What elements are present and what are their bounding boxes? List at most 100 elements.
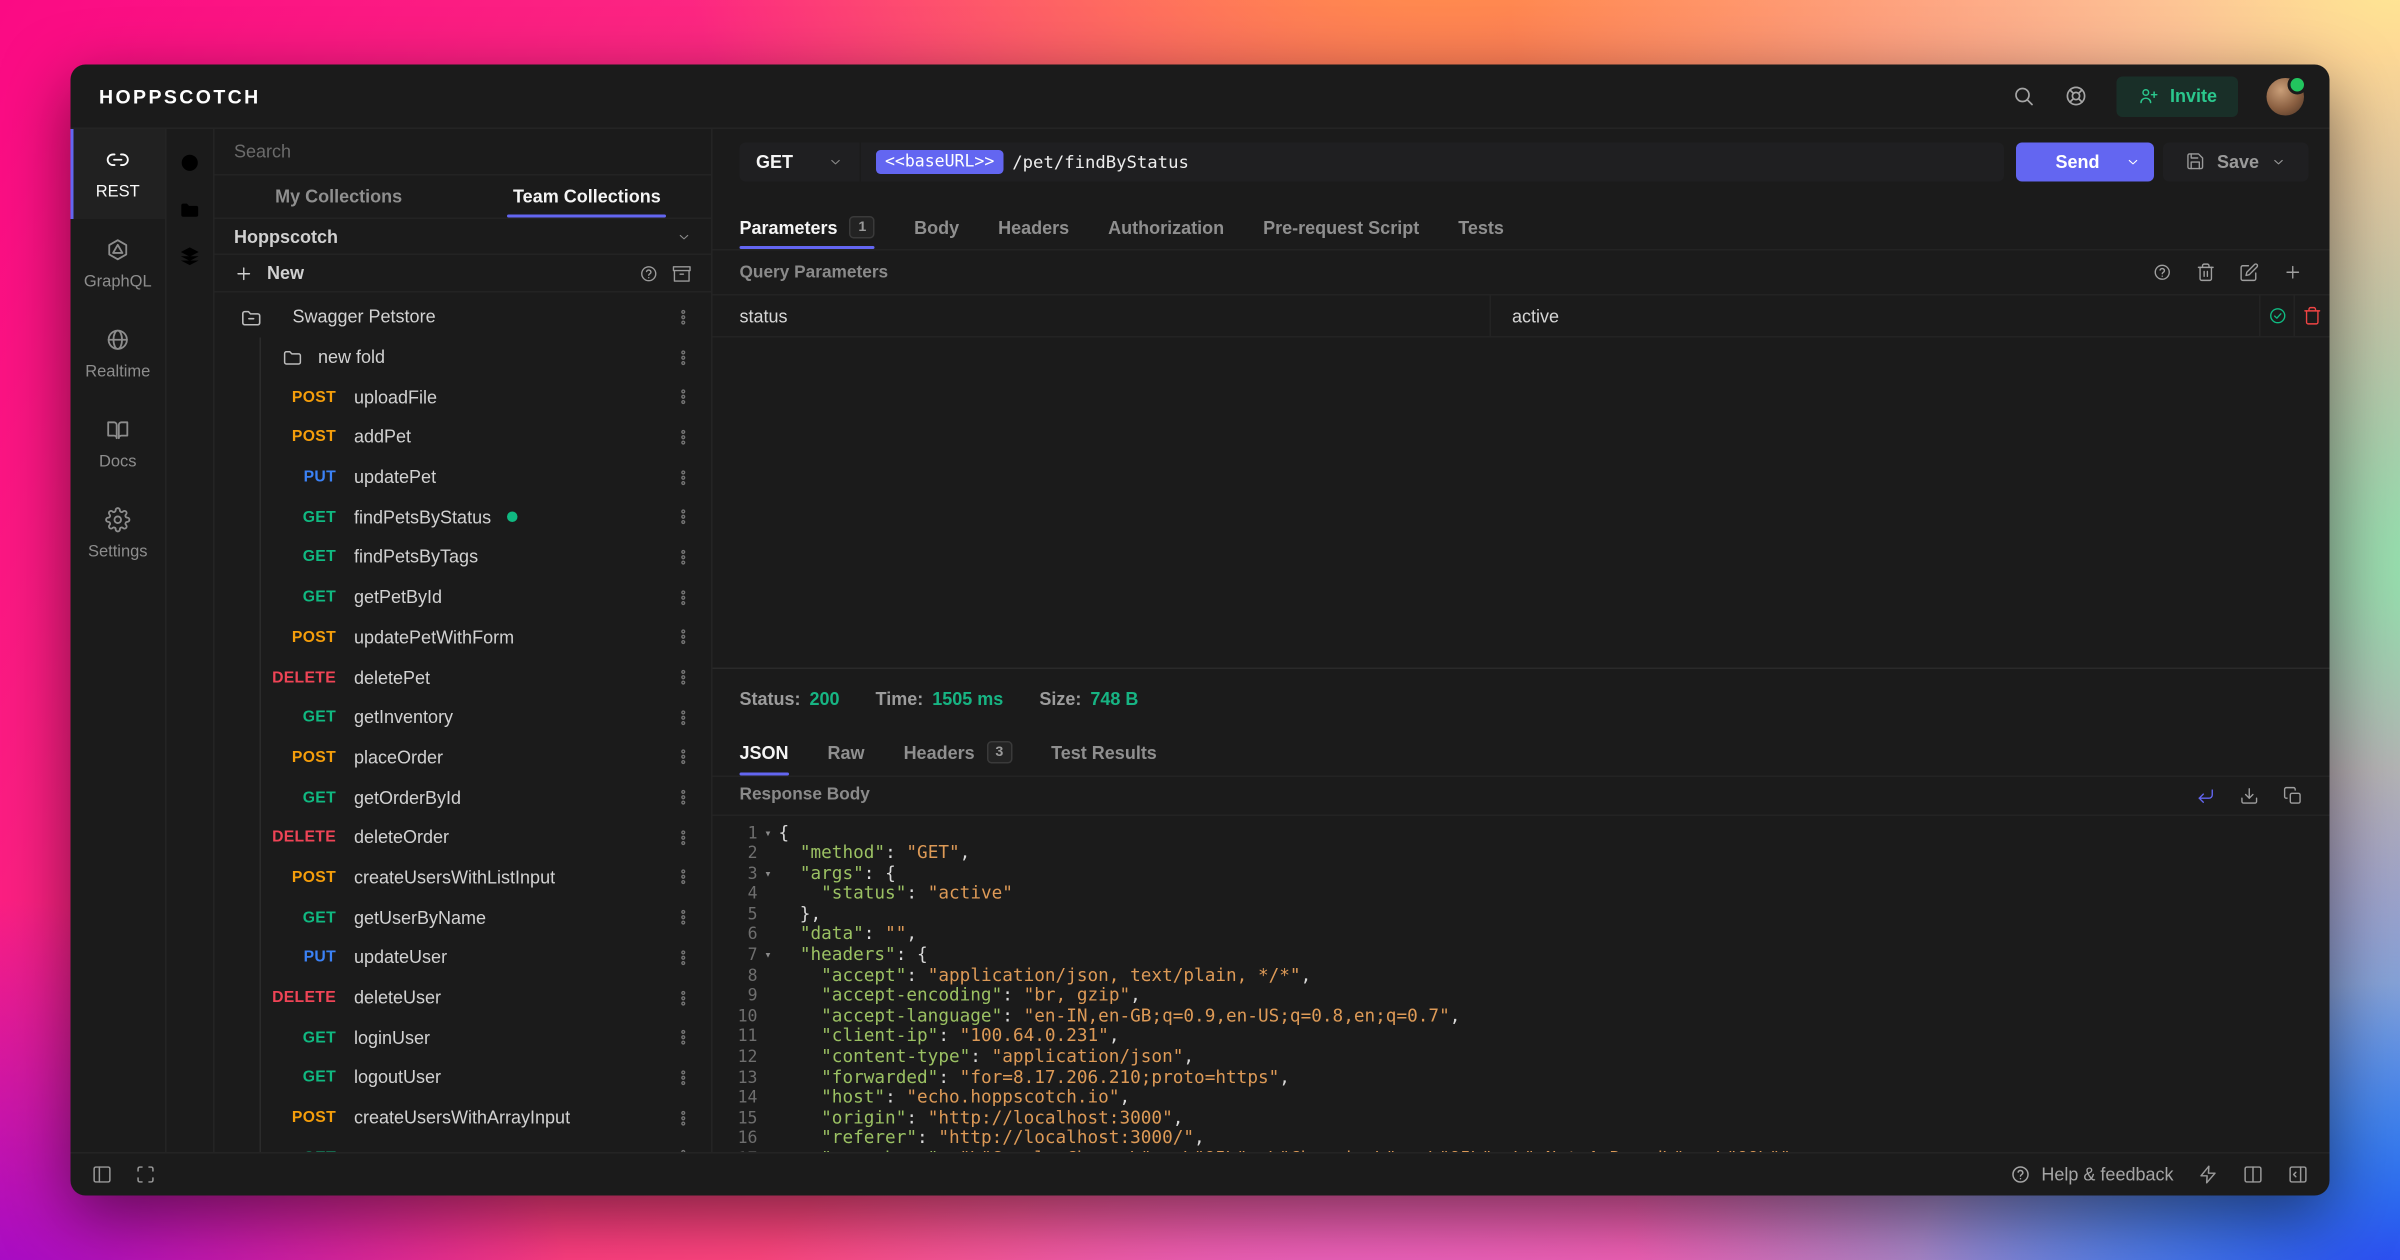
more-options-icon[interactable] <box>674 908 694 928</box>
more-options-icon[interactable] <box>674 427 694 447</box>
more-options-icon[interactable] <box>674 828 694 848</box>
tab-parameters[interactable]: Parameters 1 <box>740 206 876 250</box>
archive-icon[interactable] <box>672 263 692 283</box>
help-icon[interactable] <box>639 263 659 283</box>
more-options-icon[interactable] <box>674 387 694 407</box>
request-row[interactable]: POSTaddPet <box>261 417 711 457</box>
fold-icon[interactable]: ▾ <box>758 945 779 965</box>
nav-item-settings[interactable]: Settings <box>71 489 166 579</box>
search-icon[interactable] <box>2011 84 2035 108</box>
more-options-icon[interactable] <box>674 868 694 888</box>
more-options-icon[interactable] <box>674 347 694 367</box>
edit-icon[interactable] <box>2240 263 2260 283</box>
columns-layout-icon[interactable] <box>2243 1164 2264 1185</box>
parameter-value-cell[interactable]: active <box>1491 296 2261 337</box>
copy-icon[interactable] <box>2283 785 2303 805</box>
request-row[interactable]: POSTuploadFile <box>261 377 711 417</box>
request-row[interactable]: DELETEdeletePet <box>261 657 711 697</box>
request-row[interactable]: GETgetPetById <box>261 577 711 617</box>
more-options-icon[interactable] <box>674 547 694 567</box>
tab-body[interactable]: Body <box>914 206 959 250</box>
more-options-icon[interactable] <box>674 587 694 607</box>
clear-all-icon[interactable] <box>2196 263 2216 283</box>
parameter-key-cell[interactable]: status <box>713 296 1492 337</box>
request-row[interactable]: DELETEdeleteOrder <box>261 817 711 857</box>
help-icon[interactable] <box>2153 263 2173 283</box>
collections-icon[interactable] <box>167 186 214 233</box>
tab-headers[interactable]: Headers <box>998 206 1069 250</box>
collection-folder-row[interactable]: new fold <box>261 337 711 377</box>
wrap-lines-icon[interactable] <box>2196 785 2216 805</box>
history-icon[interactable] <box>167 140 214 187</box>
avatar[interactable] <box>2267 77 2305 115</box>
more-options-icon[interactable] <box>674 507 694 527</box>
shortcuts-icon[interactable] <box>2198 1164 2219 1185</box>
more-options-icon[interactable] <box>674 988 694 1008</box>
chevron-down-icon[interactable] <box>2126 154 2141 169</box>
tab-response-headers[interactable]: Headers 3 <box>904 730 1013 775</box>
search-input[interactable] <box>234 141 692 162</box>
request-row[interactable]: DELETEdeleteUser <box>261 978 711 1018</box>
more-options-icon[interactable] <box>674 748 694 768</box>
request-row[interactable]: GETgetUserByName <box>261 897 711 937</box>
help-feedback-button[interactable]: Help & feedback <box>2010 1164 2174 1185</box>
tab-raw[interactable]: Raw <box>828 730 865 775</box>
request-row[interactable]: GETlogoutUser <box>261 1058 711 1098</box>
request-row[interactable]: PUTupdateUser <box>261 938 711 978</box>
request-row[interactable]: GET <box>261 1138 711 1152</box>
right-panel-icon[interactable] <box>2288 1164 2309 1185</box>
nav-item-rest[interactable]: REST <box>71 129 166 219</box>
more-options-icon[interactable] <box>674 307 694 327</box>
chevron-down-icon[interactable] <box>2271 154 2286 169</box>
more-options-icon[interactable] <box>674 1108 694 1128</box>
tab-json[interactable]: JSON <box>740 730 789 775</box>
more-options-icon[interactable] <box>674 668 694 688</box>
request-row[interactable]: POSTcreateUsersWithArrayInput <box>261 1098 711 1138</box>
url-input[interactable]: <<baseURL>> /pet/findByStatus <box>861 142 2004 181</box>
tab-pre-request-script[interactable]: Pre-request Script <box>1263 206 1419 250</box>
toggle-sidebar-icon[interactable] <box>92 1164 113 1185</box>
tab-authorization[interactable]: Authorization <box>1108 206 1224 250</box>
nav-item-realtime[interactable]: Realtime <box>71 309 166 399</box>
request-row[interactable]: POSTplaceOrder <box>261 737 711 777</box>
nav-item-docs[interactable]: Docs <box>71 399 166 489</box>
request-row[interactable]: GETfindPetsByTags <box>261 537 711 577</box>
save-button[interactable]: Save <box>2163 142 2309 181</box>
add-parameter-icon[interactable] <box>2283 263 2303 283</box>
more-options-icon[interactable] <box>674 1028 694 1048</box>
baseurl-variable-pill[interactable]: <<baseURL>> <box>876 149 1003 173</box>
tab-my-collections[interactable]: My Collections <box>215 176 463 218</box>
request-row[interactable]: PUTupdatePet <box>261 457 711 497</box>
more-options-icon[interactable] <box>674 708 694 728</box>
request-row[interactable]: POSTcreateUsersWithListInput <box>261 857 711 897</box>
toggle-parameter-icon[interactable] <box>2267 306 2287 326</box>
request-row[interactable]: GETgetOrderById <box>261 777 711 817</box>
tab-team-collections[interactable]: Team Collections <box>463 176 711 218</box>
request-row[interactable]: GETgetInventory <box>261 697 711 737</box>
expand-icon[interactable] <box>135 1164 156 1185</box>
delete-parameter-icon[interactable] <box>2303 306 2323 326</box>
support-icon[interactable] <box>2063 84 2087 108</box>
request-row[interactable]: GETfindPetsByStatus <box>261 497 711 537</box>
tab-tests[interactable]: Tests <box>1458 206 1504 250</box>
more-options-icon[interactable] <box>674 1068 694 1088</box>
request-row[interactable]: POSTupdatePetWithForm <box>261 617 711 657</box>
more-options-icon[interactable] <box>674 788 694 808</box>
fold-icon[interactable]: ▾ <box>758 823 779 843</box>
more-options-icon[interactable] <box>674 467 694 487</box>
download-icon[interactable] <box>2240 785 2260 805</box>
environments-icon[interactable] <box>167 233 214 280</box>
tab-test-results[interactable]: Test Results <box>1051 730 1157 775</box>
nav-item-graphql[interactable]: GraphQL <box>71 219 166 309</box>
fold-icon[interactable]: ▾ <box>758 864 779 884</box>
new-collection-button[interactable]: New <box>267 263 304 284</box>
more-options-icon[interactable] <box>674 948 694 968</box>
more-options-icon[interactable] <box>674 628 694 648</box>
request-row[interactable]: GETloginUser <box>261 1018 711 1058</box>
team-selector[interactable]: Hoppscotch <box>215 219 712 255</box>
method-select[interactable]: GET <box>740 142 860 181</box>
send-button[interactable]: Send <box>2016 142 2154 181</box>
collection-root-row[interactable]: Swagger Petstore <box>215 297 712 337</box>
invite-button[interactable]: Invite <box>2116 76 2238 117</box>
plus-icon[interactable] <box>234 263 254 283</box>
